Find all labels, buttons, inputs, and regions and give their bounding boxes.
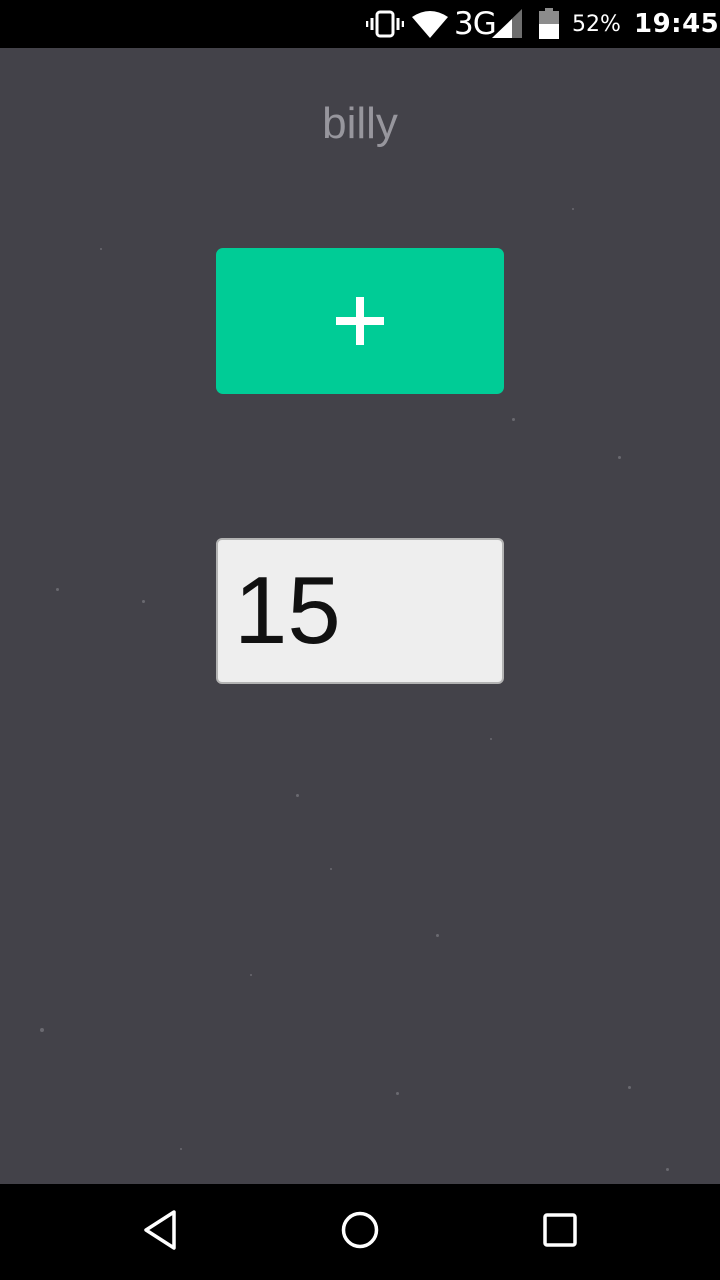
status-bar: 3G 52% 19:45 bbox=[0, 0, 720, 48]
recents-button[interactable] bbox=[532, 1208, 588, 1256]
signal-icon bbox=[492, 0, 524, 48]
recents-icon bbox=[542, 1212, 578, 1252]
app-screen: 3G 52% 19:45 billy 15 bbox=[0, 0, 720, 1280]
wifi-icon bbox=[412, 0, 452, 48]
plus-icon bbox=[336, 297, 384, 345]
home-icon bbox=[340, 1210, 380, 1254]
user-name-title: billy bbox=[322, 99, 398, 148]
battery-icon bbox=[538, 0, 560, 48]
main-content: billy bbox=[0, 48, 720, 1184]
back-button[interactable] bbox=[132, 1208, 188, 1256]
clock: 19:45 bbox=[634, 9, 720, 39]
navigation-bar bbox=[0, 1184, 720, 1280]
add-button[interactable] bbox=[216, 248, 504, 394]
vibrate-icon bbox=[366, 0, 404, 48]
count-field[interactable] bbox=[216, 538, 504, 684]
back-icon bbox=[140, 1208, 180, 1256]
network-type-label: 3G bbox=[454, 6, 497, 42]
battery-percent: 52% bbox=[572, 11, 621, 37]
home-button[interactable] bbox=[332, 1208, 388, 1256]
